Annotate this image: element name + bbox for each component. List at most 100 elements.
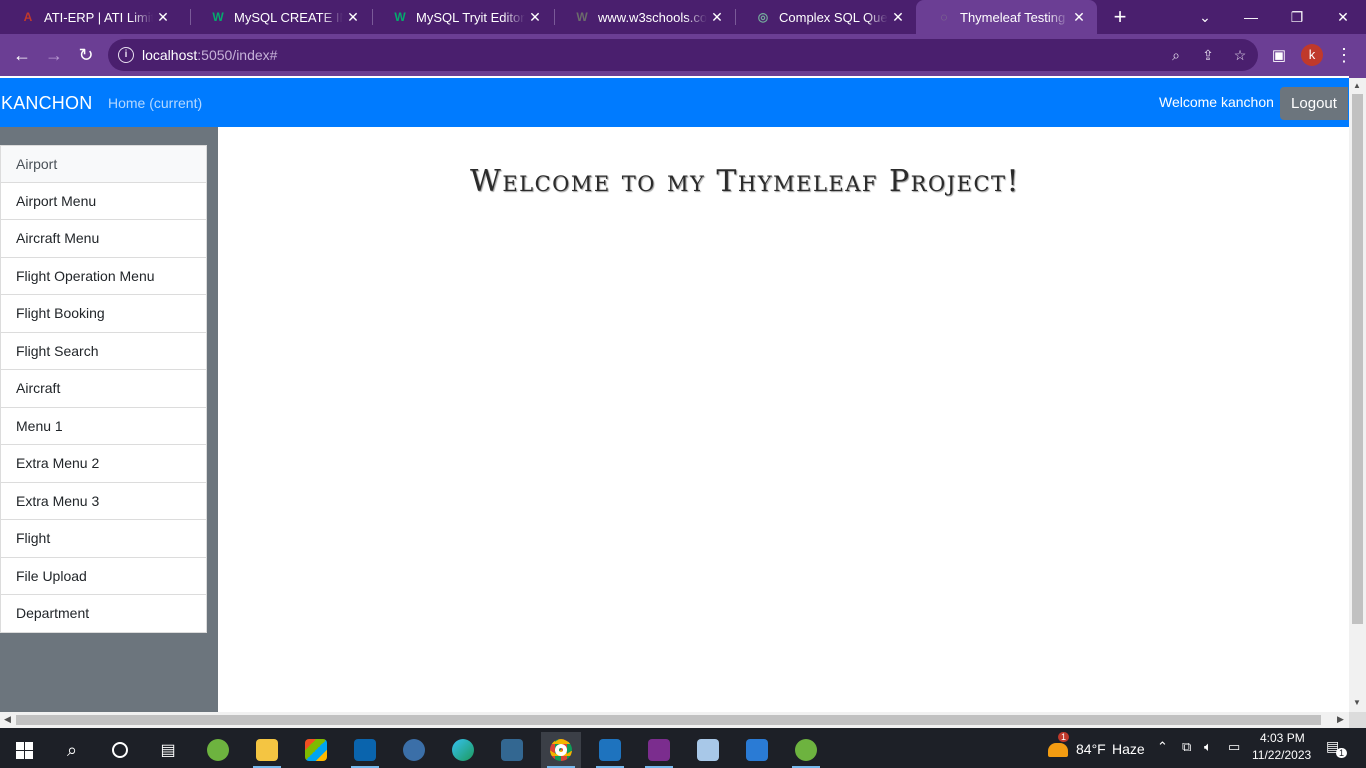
sidebar-item[interactable]: File Upload xyxy=(0,557,207,595)
edge-icon[interactable] xyxy=(443,732,483,768)
vertical-scrollbar[interactable]: ▲ ▼ xyxy=(1349,78,1366,712)
tab-favicon-icon: W xyxy=(576,10,588,24)
cortana-icon[interactable] xyxy=(100,732,140,768)
meet-now-icon[interactable]: ⧉ xyxy=(1182,739,1191,755)
tab-favicon-icon: W xyxy=(212,10,224,24)
windows-start-icon[interactable] xyxy=(4,732,44,768)
minimize-icon[interactable]: — xyxy=(1228,0,1274,34)
tab-close-icon[interactable]: ✕ xyxy=(343,9,363,26)
vertical-scroll-thumb[interactable] xyxy=(1352,94,1363,624)
close-window-icon[interactable]: ✕ xyxy=(1320,0,1366,34)
sidebar-item[interactable]: Menu 1 xyxy=(0,407,207,445)
page-viewport: KANCHON Home (current) Welcome kanchon L… xyxy=(0,76,1349,712)
search-icon[interactable]: ⌕ xyxy=(52,732,92,768)
browser-tab[interactable]: Wwww.w3schools.com ✕ xyxy=(554,0,735,34)
url-host: localhost xyxy=(142,47,198,63)
forward-icon[interactable]: → xyxy=(40,41,68,69)
address-bar[interactable]: i localhost:5050/index# ⌕ ⇪ ☆ xyxy=(108,39,1258,71)
page-heading: Welcome to my Thymeleaf Project! xyxy=(470,164,1021,199)
volume-icon[interactable]: 🔈︎ xyxy=(1204,739,1212,755)
tray-chevron-icon[interactable]: ⌃ xyxy=(1157,739,1168,755)
welcome-text: Welcome kanchon xyxy=(1159,94,1274,110)
outlook-icon[interactable] xyxy=(345,732,385,768)
tab-separator xyxy=(372,9,373,25)
horizontal-scrollbar[interactable]: ◀ ▶ xyxy=(0,712,1349,728)
sidebar-menu: Airport Airport Menu Aircraft Menu Flight O… xyxy=(0,145,207,633)
app-icon[interactable] xyxy=(737,732,777,768)
scrollbar-corner xyxy=(1349,712,1366,728)
tab-favicon-icon: ◌ xyxy=(940,10,948,24)
task-view-icon[interactable]: ▤ xyxy=(148,732,188,768)
sidebar-item[interactable]: Airport Menu xyxy=(0,182,207,220)
tab-title: MySQL Tryit Editor v1.2 xyxy=(416,9,525,25)
sidebar-item[interactable]: Aircraft Menu xyxy=(0,220,207,258)
scroll-right-arrow-icon[interactable]: ▶ xyxy=(1337,714,1344,725)
document-viewer-icon[interactable] xyxy=(590,732,630,768)
sidebar-item[interactable]: Flight Booking xyxy=(0,295,207,333)
weather-desc[interactable]: Haze xyxy=(1112,741,1145,757)
network-icon[interactable]: ▭ xyxy=(1228,739,1240,755)
tab-separator xyxy=(190,9,191,25)
url-text[interactable]: localhost:5050/index# xyxy=(142,47,277,63)
restore-icon[interactable]: ❐ xyxy=(1274,0,1320,34)
logout-button[interactable]: Logout xyxy=(1280,87,1348,120)
virtualbox-icon[interactable] xyxy=(688,732,728,768)
zoom-icon[interactable]: ⌕ xyxy=(1166,45,1186,65)
weather-temp[interactable]: 84°F xyxy=(1076,741,1106,757)
scroll-down-arrow-icon[interactable]: ▼ xyxy=(1353,698,1361,707)
reload-icon[interactable]: ↻ xyxy=(72,41,100,69)
side-panel-icon[interactable]: ▣ xyxy=(1265,41,1293,69)
browser-tab[interactable]: W MySQL Tryit Editor v1.2✕ xyxy=(372,0,553,34)
tab-close-icon[interactable]: ✕ xyxy=(525,9,545,26)
tab-close-icon[interactable]: ✕ xyxy=(153,9,173,26)
tab-favicon-icon: A xyxy=(23,10,33,24)
browser-tab[interactable]: W MySQL CREATE INDEX✕ xyxy=(190,0,371,34)
clock-time[interactable]: 4:03 PM xyxy=(1260,731,1305,745)
back-icon[interactable]: ← xyxy=(8,41,36,69)
sidebar-item[interactable]: Airport xyxy=(0,145,207,183)
microsoft-store-icon[interactable] xyxy=(296,732,336,768)
sidebar-item[interactable]: Extra Menu 3 xyxy=(0,482,207,520)
browser-tab[interactable]: A ATI-ERP | ATI Limited✕ xyxy=(0,0,181,34)
notification-count: 1 xyxy=(1336,748,1348,758)
xampp-icon[interactable] xyxy=(639,732,679,768)
horizontal-scroll-thumb[interactable] xyxy=(16,715,1321,725)
tab-title: www.w3schools.com xyxy=(598,9,707,25)
tab-search-icon[interactable]: ⌄ xyxy=(1182,0,1228,34)
tab-title: Complex SQL Query Examples xyxy=(779,9,888,25)
browser-tab[interactable]: ◎ Complex SQL Query Examples✕ xyxy=(735,0,916,34)
nav-home-link[interactable]: Home (current) xyxy=(108,95,202,111)
scroll-up-arrow-icon[interactable]: ▲ xyxy=(1353,81,1361,90)
clock-date[interactable]: 11/22/2023 xyxy=(1252,748,1311,762)
browser-tab[interactable]: ◌ Thymeleaf Testing project✕ xyxy=(916,0,1097,34)
tab-title: Thymeleaf Testing project xyxy=(960,9,1069,25)
tab-close-icon[interactable]: ✕ xyxy=(707,9,727,26)
tab-close-icon[interactable]: ✕ xyxy=(1069,9,1089,26)
new-tab-button[interactable]: + xyxy=(1108,4,1132,30)
pgadmin-icon[interactable] xyxy=(492,732,532,768)
sidebar-item[interactable]: Department xyxy=(0,595,207,633)
url-path: :5050/index# xyxy=(197,47,278,63)
share-icon[interactable]: ⇪ xyxy=(1198,45,1218,65)
tab-close-icon[interactable]: ✕ xyxy=(888,9,908,26)
sidebar-item[interactable]: Flight Search xyxy=(0,332,207,370)
tab-favicon-icon: ◎ xyxy=(757,10,769,24)
profile-avatar[interactable]: k xyxy=(1301,44,1323,66)
sidebar-item[interactable]: Aircraft xyxy=(0,370,207,408)
file-explorer-icon[interactable] xyxy=(247,732,287,768)
site-info-icon[interactable]: i xyxy=(118,47,134,63)
spring-tools-icon[interactable] xyxy=(198,732,238,768)
browser-tab-strip: AATI-ERP | ATI Limited✕WMySQL CREATE IND… xyxy=(0,0,1366,34)
compass-icon[interactable] xyxy=(394,732,434,768)
bookmark-star-icon[interactable]: ☆ xyxy=(1230,45,1250,65)
chrome-icon[interactable] xyxy=(541,732,581,768)
spring-boot-icon[interactable] xyxy=(786,732,826,768)
navbar-brand[interactable]: KANCHON xyxy=(1,93,92,114)
sidebar-item[interactable]: Extra Menu 2 xyxy=(0,445,207,483)
sidebar-item[interactable]: Flight xyxy=(0,520,207,558)
more-menu-icon[interactable]: ⋮ xyxy=(1330,41,1358,69)
sidebar-item[interactable]: Flight Operation Menu xyxy=(0,257,207,295)
app-navbar: KANCHON Home (current) Welcome kanchon L… xyxy=(0,78,1349,127)
tab-title: ATI-ERP | ATI Limited xyxy=(44,9,153,25)
scroll-left-arrow-icon[interactable]: ◀ xyxy=(4,714,11,725)
